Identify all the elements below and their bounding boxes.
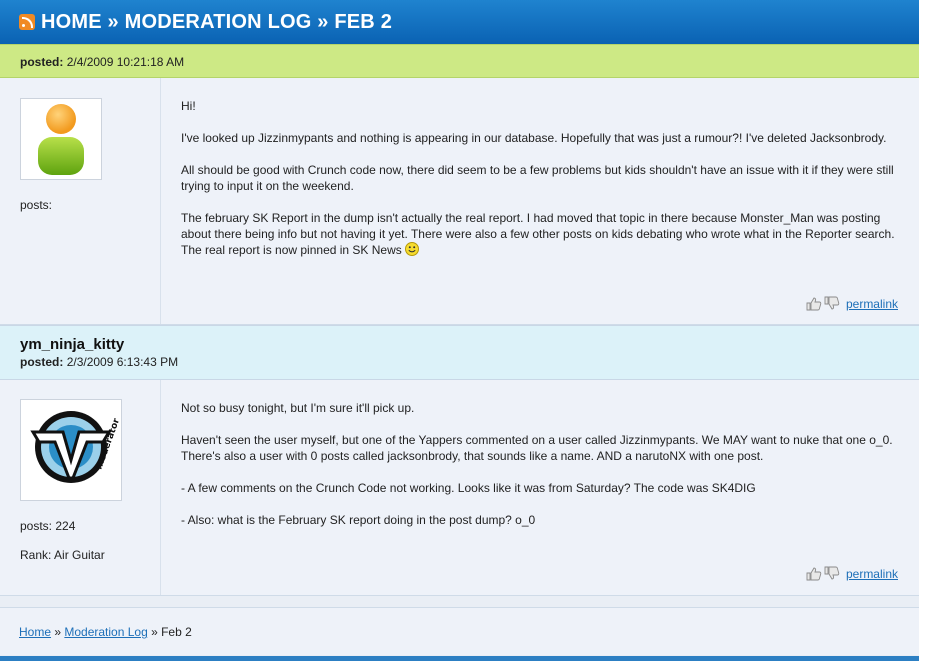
post-date: posted: 2/3/2009 6:13:43 PM bbox=[20, 355, 919, 369]
post-paragraph: The february SK Report in the dump isn't… bbox=[181, 210, 901, 258]
post-paragraph: Not so busy tonight, but I'm sure it'll … bbox=[181, 401, 415, 415]
posts-label: posts: bbox=[20, 198, 53, 212]
thumbs-down-icon[interactable] bbox=[824, 566, 840, 581]
posts-count-value: 224 bbox=[55, 519, 76, 533]
breadcrumb-moderation-log-link[interactable]: Moderation Log bbox=[64, 625, 147, 639]
breadcrumb: Home » Moderation Log » Feb 2 bbox=[0, 607, 919, 655]
post-paragraph: - Also: what is the February SK report d… bbox=[181, 513, 536, 527]
breadcrumb-home-link[interactable]: Home bbox=[19, 625, 51, 639]
post-count: posts: 224 bbox=[20, 519, 75, 533]
breadcrumb-separator: » bbox=[147, 625, 162, 639]
post-paragraph: Hi! bbox=[181, 99, 196, 113]
thumbs-up-icon[interactable] bbox=[806, 566, 822, 581]
page-title: HOME » MODERATION LOG » FEB 2 bbox=[41, 10, 393, 33]
posted-label: posted: bbox=[20, 55, 64, 69]
posted-label: posted: bbox=[20, 355, 64, 369]
page-header: HOME » MODERATION LOG » FEB 2 bbox=[0, 0, 919, 44]
post-paragraph-text: The february SK Report in the dump isn't… bbox=[181, 211, 895, 257]
post-header: ym_ninja_kitty posted: 2/3/2009 6:13:43 … bbox=[0, 325, 919, 380]
post-header: posted: 2/4/2009 10:21:18 AM bbox=[0, 44, 919, 78]
generic-user-avatar-icon bbox=[38, 104, 84, 175]
post-actions: permalink bbox=[806, 296, 898, 311]
rss-icon[interactable] bbox=[19, 14, 35, 30]
thumbs-up-icon[interactable] bbox=[806, 296, 822, 311]
posted-date-value: 2/3/2009 6:13:43 PM bbox=[66, 355, 179, 369]
thumbs-down-icon[interactable] bbox=[824, 296, 840, 311]
post-body: posts: Hi! I've looked up Jizzinmypants … bbox=[0, 78, 919, 325]
window-edge bbox=[919, 0, 927, 661]
author-panel: posts: bbox=[0, 78, 161, 324]
avatar bbox=[20, 98, 102, 180]
breadcrumb-current: Feb 2 bbox=[161, 625, 192, 639]
post-date: posted: 2/4/2009 10:21:18 AM bbox=[20, 55, 919, 69]
posts-label: posts: bbox=[20, 519, 53, 533]
smiley-icon bbox=[405, 242, 420, 256]
post-author[interactable]: ym_ninja_kitty bbox=[20, 336, 919, 353]
post-content: Hi! I've looked up Jizzinmypants and not… bbox=[181, 98, 901, 274]
post-count: posts: bbox=[20, 198, 52, 212]
avatar: moderator bbox=[20, 399, 122, 501]
post-body: moderator posts: 224 Rank: Air Guitar No… bbox=[0, 380, 919, 596]
post-actions: permalink bbox=[806, 566, 898, 581]
post-paragraph: - A few comments on the Crunch Code not … bbox=[181, 481, 756, 495]
post-paragraph: Haven't seen the user myself, but one of… bbox=[181, 433, 893, 463]
permalink-link[interactable]: permalink bbox=[846, 567, 898, 581]
posted-date-value: 2/4/2009 10:21:18 AM bbox=[66, 55, 185, 69]
user-rank: Rank: Air Guitar bbox=[20, 548, 105, 562]
yt-moderator-avatar-icon: moderator bbox=[30, 411, 122, 483]
post-paragraph: I've looked up Jizzinmypants and nothing… bbox=[181, 131, 887, 145]
footer-divider bbox=[0, 656, 919, 661]
permalink-link[interactable]: permalink bbox=[846, 297, 898, 311]
breadcrumb-separator: » bbox=[51, 625, 65, 639]
post-content: Not so busy tonight, but I'm sure it'll … bbox=[181, 400, 901, 544]
author-panel: moderator posts: 224 Rank: Air Guitar bbox=[0, 380, 161, 595]
post-paragraph: All should be good with Crunch code now,… bbox=[181, 163, 894, 193]
